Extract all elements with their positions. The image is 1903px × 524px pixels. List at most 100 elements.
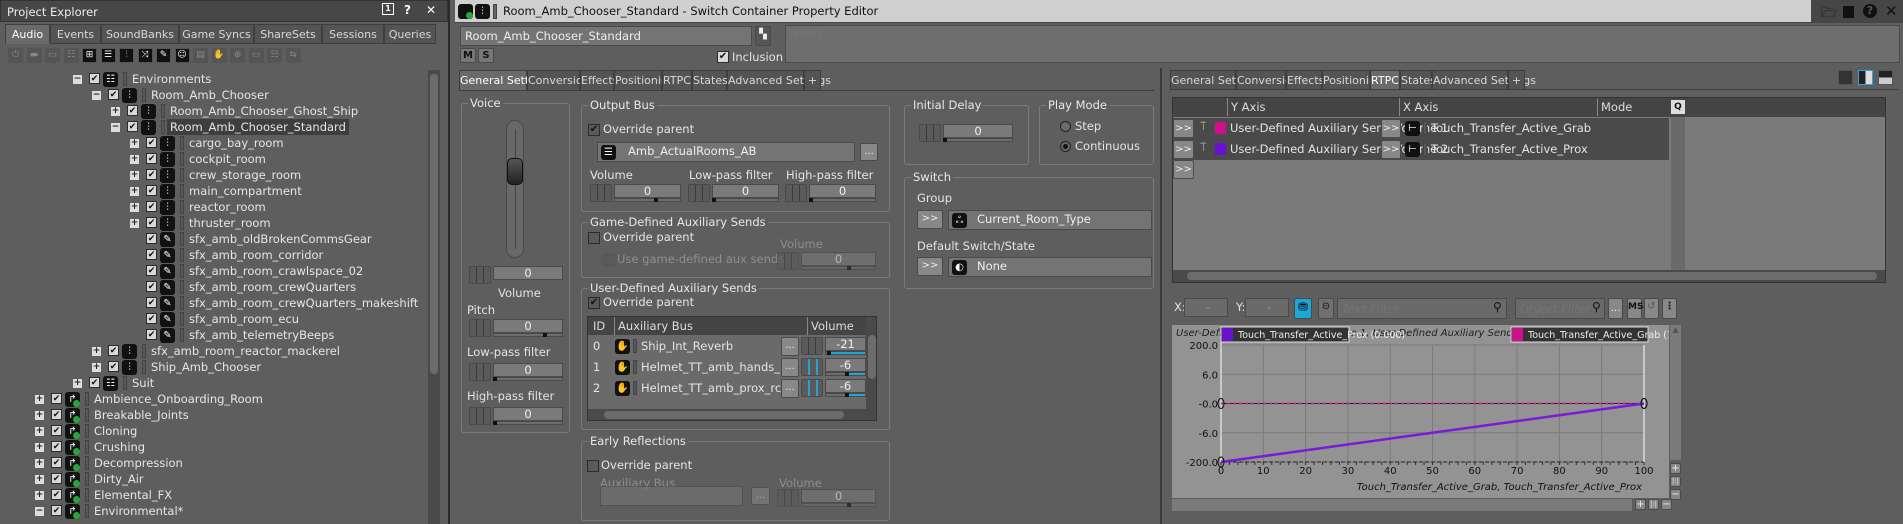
include-checkbox[interactable]: ✔ [146,153,157,164]
graph-x-field[interactable]: - [1184,298,1228,317]
left-tab-advanced-settings[interactable]: Advanced Settings [727,70,831,91]
voice-volume-field[interactable]: 0 [469,266,563,284]
expand-icon[interactable]: + [35,427,44,436]
mute-button[interactable]: M [460,48,476,63]
include-checkbox[interactable]: ✔ [146,169,157,180]
output-volume-field[interactable]: 0 [590,184,681,202]
sound-icon[interactable]: ✎ [156,48,171,63]
zoom-in-y-button[interactable]: + [1670,463,1681,474]
object-filter-browse-button[interactable]: ... [1608,298,1623,319]
rtpc-row[interactable]: >> ⍑ User-Defined Auxiliary Send Volume 2 >… [1173,139,1669,160]
save-icon[interactable] [1843,6,1854,18]
explorer-tab-events[interactable]: Events [50,24,101,44]
link-icon[interactable] [469,363,491,381]
include-checkbox[interactable]: ✔ [108,345,119,356]
tree-item[interactable]: ✔ ✎ sfx_amb_room_crewQuarters_makeshift [0,295,425,311]
open-folder-icon[interactable]: 🗁 [1821,4,1837,26]
expand-icon[interactable]: + [35,443,44,452]
tree-item[interactable]: + ✔ ↱ Crushing [0,439,425,455]
right-tab-general-settings[interactable]: General Settings [1170,70,1263,90]
include-checkbox[interactable]: ✔ [51,505,62,516]
include-checkbox[interactable]: ✔ [108,89,119,100]
float-icon[interactable]: 1 [382,3,394,15]
voice-hpf-field[interactable]: 0 [469,407,563,425]
collapse-icon[interactable]: − [35,507,44,516]
x-axis-header[interactable]: X Axis [1399,98,1438,116]
blend-container-icon[interactable]: ⤨ [137,48,153,63]
y-axis-header[interactable]: Y Axis [1227,98,1266,116]
expand-icon[interactable]: + [73,379,82,388]
toggle-icon[interactable]: ⏻ [8,48,23,63]
curve-color-swatch[interactable] [1215,122,1226,134]
y-axis-pick-button[interactable]: >> [1173,119,1194,138]
notes-field[interactable] [785,25,1900,63]
hierarchy-button[interactable]: ▚ [755,26,771,46]
rtpc-vscroll[interactable] [1671,117,1685,270]
layout-single-icon[interactable] [1838,70,1853,85]
link-icon[interactable] [777,252,799,270]
aux-send-volume-field[interactable]: -21 [801,337,866,355]
link-icon[interactable] [469,319,491,337]
tree-item[interactable]: + ✔ ↱ Breakable_Joints [0,407,425,423]
tree-item[interactable]: + ✔ ↱ Ambience_Onboarding_Room [0,391,425,407]
tree-item[interactable]: + ✔ ↱ Elemental_FX [0,487,425,503]
aux-send-row[interactable]: 2 ✋ Helmet_TT_amb_prox_rcv... -6 [588,378,866,399]
left-tab-effects[interactable]: Effects [580,70,618,91]
audio-device-icon[interactable]: ⊕ [230,48,245,63]
graph-vscroll[interactable]: ▲ [1670,325,1681,460]
expand-icon[interactable]: + [92,347,101,356]
solo-button[interactable]: S [478,48,494,63]
rtpc-add-pick-button[interactable]: >> [1173,160,1194,179]
include-checkbox[interactable]: ✔ [108,361,119,372]
tree-item[interactable]: + ✔ ⫶ Room_Amb_Chooser_Ghost_Ship [0,103,425,119]
include-checkbox[interactable]: ✔ [146,201,157,212]
early-reflections-volume-field[interactable]: 0 [777,489,876,507]
left-tab-positioning[interactable]: Positioning [614,70,675,91]
output-bus-browse-button[interactable]: ... [860,143,878,161]
link-icon[interactable] [919,124,941,142]
expand-icon[interactable]: + [130,139,139,148]
left-tab-add[interactable]: + [804,70,821,91]
switch-group-field[interactable]: ஃ Current_Room_Type [948,210,1152,230]
include-checkbox[interactable]: ✔ [51,393,62,404]
expand-icon[interactable]: + [111,107,120,116]
tree-scrollbar-thumb[interactable] [430,74,438,374]
tree-item[interactable]: − ✔ ☷ Environments [0,71,425,87]
play-mode-step-radio[interactable] [1060,121,1071,132]
aux-send-row[interactable]: 1 ✋ Helmet_TT_amb_hands_rcv... -6 [588,357,866,378]
graph-y-field[interactable]: - [1245,298,1289,317]
link-icon[interactable] [801,337,823,355]
expand-icon[interactable]: + [35,395,44,404]
link-curves-button[interactable]: ⊝ [1318,298,1334,319]
soundcaster-icon[interactable]: ☷ [267,48,282,63]
include-checkbox[interactable]: ✔ [146,281,157,292]
aux-bus-browse-button[interactable]: ... [781,337,799,356]
link-icon[interactable] [801,358,823,376]
include-checkbox[interactable]: ✔ [146,137,157,148]
pin-icon[interactable]: ⍑ [1200,141,1207,155]
right-tab-add[interactable]: + [1508,70,1525,90]
actor-mixer-icon[interactable]: ☷ [63,48,79,63]
tree-item[interactable]: − ✔ ⫶ Room_Amb_Chooser [0,87,425,103]
include-checkbox[interactable]: ✔ [51,473,62,484]
tree-item[interactable]: + ✔ ⫶ Ship_Amb_Chooser [0,359,425,375]
expand-icon[interactable]: + [130,203,139,212]
include-checkbox[interactable]: ✔ [89,73,100,84]
use-game-aux-checkbox[interactable] [603,254,615,266]
include-checkbox[interactable]: ✔ [146,249,157,260]
output-lpf-field[interactable]: 0 [688,184,779,202]
link-icon[interactable] [801,379,823,397]
graph-menu-button[interactable]: ⋮ [1662,298,1677,319]
collapse-icon[interactable]: − [111,123,120,132]
initial-delay-field[interactable]: 0 [919,124,1013,142]
include-checkbox[interactable]: ✔ [51,409,62,420]
output-bus-override-checkbox[interactable]: ✔ [588,124,600,136]
zoom-fit-x-button[interactable]: |:| [1648,499,1659,510]
include-checkbox[interactable]: ✔ [146,297,157,308]
rtpc-search-icon[interactable]: Q [1671,100,1685,114]
x-axis-pick-button[interactable]: >> [1381,119,1401,138]
aux-send-volume-field[interactable]: -6 [801,379,866,397]
voice-icon[interactable]: ☺ [174,48,190,63]
aux-bus-browse-button[interactable]: ... [781,358,799,377]
tree-item[interactable]: ✔ ✎ sfx_amb_oldBrokenCommsGear [0,231,425,247]
